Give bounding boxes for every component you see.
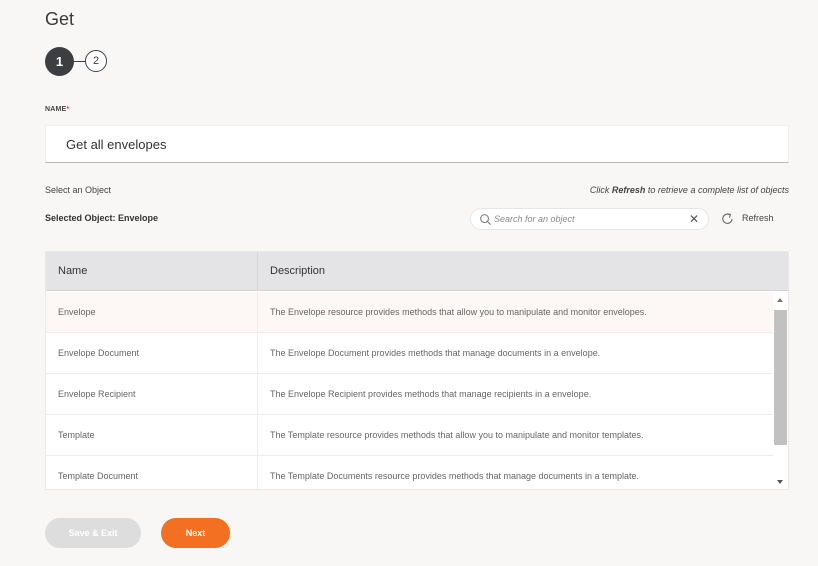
row-name: Envelope Recipient bbox=[46, 374, 258, 414]
row-description: The Template resource provides methods t… bbox=[270, 430, 644, 440]
table-scrollbar[interactable] bbox=[773, 292, 788, 489]
next-button[interactable]: Next bbox=[161, 518, 230, 548]
required-marker: * bbox=[66, 106, 70, 113]
object-table: Name Description Envelope The Envelope r… bbox=[45, 251, 789, 490]
row-description: The Envelope Document provides methods t… bbox=[270, 348, 601, 358]
refresh-hint: Click Refresh to retrieve a complete lis… bbox=[589, 185, 789, 195]
scroll-up-icon[interactable] bbox=[777, 298, 783, 302]
table-row[interactable]: Template Document The Template Documents… bbox=[46, 456, 773, 489]
table-row[interactable]: Envelope The Envelope resource provides … bbox=[46, 292, 773, 333]
row-name: Template Document bbox=[46, 456, 258, 489]
search-icon bbox=[480, 214, 492, 226]
page-title: Get bbox=[45, 9, 75, 29]
step-2[interactable]: 2 bbox=[85, 50, 107, 72]
save-exit-button[interactable]: Save & Exit bbox=[45, 518, 141, 548]
name-input[interactable]: Get all envelopes bbox=[45, 125, 789, 163]
step-1-active: 1 bbox=[45, 47, 74, 76]
scrollbar-thumb[interactable] bbox=[774, 310, 787, 445]
table-row[interactable]: Envelope Recipient The Envelope Recipien… bbox=[46, 374, 773, 415]
row-description: The Envelope Recipient provides methods … bbox=[270, 389, 592, 399]
search-input[interactable]: Search for an object ✕ bbox=[470, 208, 709, 230]
step-indicator: 1 2 bbox=[45, 46, 115, 76]
refresh-label: Refresh bbox=[742, 213, 774, 223]
refresh-icon bbox=[722, 212, 733, 224]
row-description: The Envelope resource provides methods t… bbox=[270, 307, 647, 317]
select-object-label: Select an Object bbox=[45, 185, 112, 195]
table-row[interactable]: Envelope Document The Envelope Document … bbox=[46, 333, 773, 374]
row-name: Envelope bbox=[46, 292, 258, 332]
row-description: The Template Documents resource provides… bbox=[270, 471, 640, 481]
table-header: Name Description bbox=[46, 252, 788, 291]
row-name: Envelope Document bbox=[46, 333, 258, 373]
column-header-name[interactable]: Name bbox=[46, 252, 258, 291]
clear-search-icon[interactable]: ✕ bbox=[689, 212, 699, 226]
selected-object-label: Selected Object: Envelope bbox=[45, 213, 159, 223]
step-connector bbox=[74, 61, 85, 62]
column-header-description[interactable]: Description bbox=[258, 252, 788, 291]
search-placeholder: Search for an object bbox=[494, 214, 575, 224]
name-label: NAME* bbox=[45, 106, 70, 113]
row-name: Template bbox=[46, 415, 258, 455]
table-row[interactable]: Template The Template resource provides … bbox=[46, 415, 773, 456]
refresh-button[interactable]: Refresh bbox=[721, 211, 774, 225]
scroll-down-icon[interactable] bbox=[777, 480, 783, 484]
